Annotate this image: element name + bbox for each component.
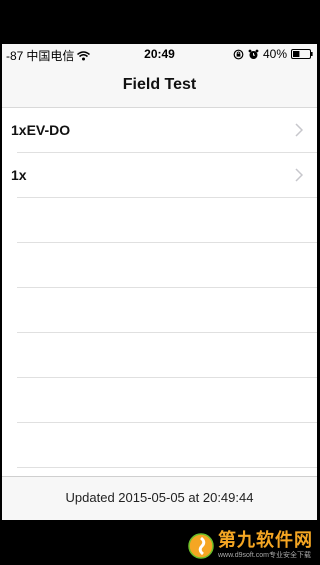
list-item-label: 1x	[11, 167, 27, 183]
list-item-label: 1xEV-DO	[11, 122, 71, 138]
battery-percent: 40%	[262, 47, 287, 61]
navigation-bar: Field Test	[2, 64, 317, 108]
updated-timestamp: Updated 2015-05-05 at 20:49:44	[65, 490, 254, 505]
watermark-logo-icon	[188, 532, 214, 559]
empty-row	[2, 423, 317, 468]
empty-row	[2, 333, 317, 378]
watermark-title: 第九软件网	[218, 530, 313, 551]
row-separator	[17, 467, 317, 468]
alarm-icon	[248, 49, 259, 59]
list-item-1xev-do[interactable]: 1xEV-DO	[2, 108, 317, 153]
screen: -87 中国电信 20:49 40% Field Test 1xEV-DO 1x…	[2, 44, 317, 520]
watermark-subtitle: www.d9soft.com专业安全下载	[218, 552, 311, 559]
rotation-lock-icon	[233, 49, 244, 59]
empty-row	[2, 288, 317, 333]
list-item-1x[interactable]: 1x	[2, 153, 317, 198]
status-bar: -87 中国电信 20:49 40%	[2, 44, 317, 64]
phone-frame: -87 中国电信 20:49 40% Field Test 1xEV-DO 1x…	[0, 0, 319, 565]
page-title: Field Test	[122, 76, 197, 93]
battery-icon	[291, 49, 313, 59]
bottom-toolbar: Updated 2015-05-05 at 20:49:44	[2, 476, 317, 520]
status-right: 40%	[233, 47, 313, 61]
chevron-right-icon	[295, 123, 303, 137]
watermark: 第九软件网 www.d9soft.com专业安全下载	[188, 532, 313, 559]
empty-row	[2, 198, 317, 243]
field-test-list: 1xEV-DO 1x	[2, 108, 317, 468]
empty-row	[2, 243, 317, 288]
chevron-right-icon	[295, 168, 303, 182]
empty-row	[2, 378, 317, 423]
watermark-text: 第九软件网 www.d9soft.com专业安全下载	[218, 530, 313, 560]
